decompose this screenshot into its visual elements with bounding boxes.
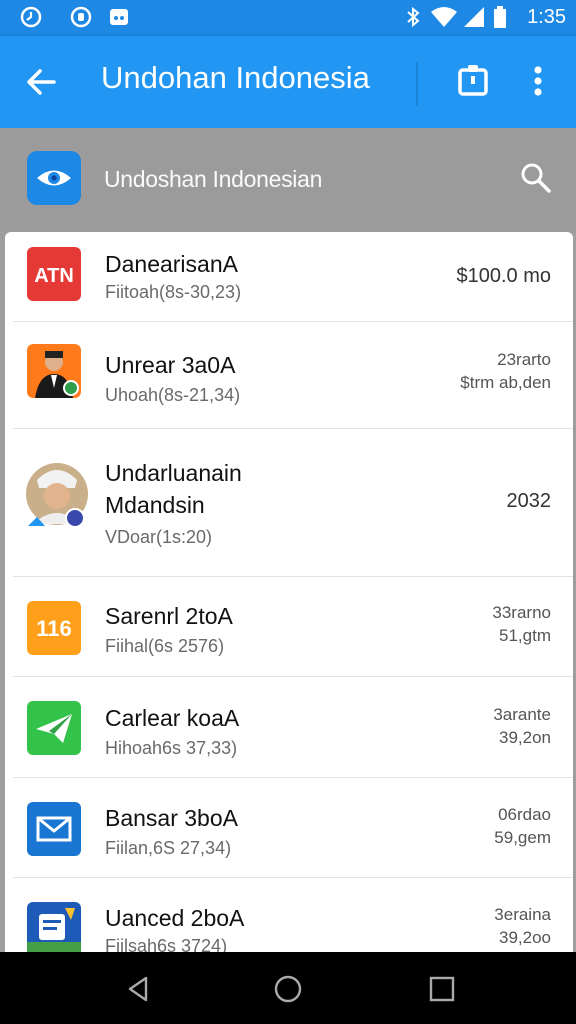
item-list: ATN DanearisanA Fiitoah(8s-30,23) $100.0… (5, 232, 573, 952)
item-amount: 23rarto $trm ab,den (460, 350, 551, 392)
item-subtitle: VDoar(1s:20) (105, 527, 213, 547)
item-amount: 3arante 39,2on (493, 705, 551, 747)
item-name-line2: Mdandsin (105, 492, 205, 518)
profile-photo-icon (25, 462, 89, 528)
search-icon[interactable] (518, 160, 552, 194)
item-name: Undarluanain (105, 460, 242, 486)
item-name: Carlear koaA (105, 705, 240, 731)
list-item[interactable]: 116 Sarenrl 2toA Fiihal(6s 2576) 33rarno… (5, 577, 573, 677)
message-notification-icon (110, 9, 128, 25)
more-options-icon[interactable] (526, 62, 550, 102)
item-subtitle: Fiilan,6S 27,34) (105, 838, 232, 858)
item-subtitle: Fiitoah(8s-30,23) (105, 282, 242, 302)
status-time: 1:35 (527, 6, 566, 28)
item-amount: $100.0 mo (456, 265, 551, 287)
svg-text:ATN: ATN (34, 265, 74, 287)
list-item[interactable]: Undarluanain Mdandsin VDoar(1s:20) 2032 (5, 429, 573, 577)
list-item[interactable]: Unrear 3a0A Uhoah(8s-21,34) 23rarto $trm… (5, 322, 573, 429)
app-bar: Undohan Indonesia (0, 36, 576, 128)
number-badge-icon: 116 (27, 601, 81, 655)
clock-notification-icon (20, 6, 42, 28)
item-name: DanearisanA (105, 251, 238, 277)
eye-icon (37, 170, 71, 186)
app-bar-divider (416, 62, 418, 106)
notes-app-icon (27, 902, 81, 952)
list-item[interactable]: Carlear koaA Hihoah6s 37,33) 3arante 39,… (5, 677, 573, 778)
system-navigation-bar (0, 952, 576, 1024)
item-amount: 3eraina 39,2oo (494, 905, 551, 947)
search-header: Undoshan Indonesian (0, 128, 576, 232)
battery-icon (494, 6, 506, 28)
item-subtitle: Fiilsah6s 3724) (105, 936, 228, 952)
status-bar: 1:35 (0, 0, 576, 36)
list-item[interactable]: Bansar 3boA Fiilan,6S 27,34) 06rdao 59,g… (5, 778, 573, 878)
app-logo (27, 151, 81, 205)
app-bar-title: Undohan Indonesia (101, 60, 370, 95)
mail-icon (27, 802, 81, 856)
item-name: Unrear 3a0A (105, 352, 236, 378)
item-amount: 33rarno 51,gtm (492, 603, 551, 645)
person-avatar-icon (27, 344, 81, 398)
list-item[interactable]: Uanced 2boA Fiilsah6s 3724) 3eraina 39,2… (5, 878, 573, 952)
signal-icon (464, 7, 484, 27)
item-name: Sarenrl 2toA (105, 603, 233, 629)
item-subtitle: Hihoah6s 37,33) (105, 738, 238, 758)
wifi-icon (431, 7, 457, 27)
bluetooth-icon (407, 6, 420, 28)
search-header-title: Undoshan Indonesian (104, 166, 323, 192)
item-name: Bansar 3boA (105, 805, 238, 831)
item-subtitle: Uhoah(8s-21,34) (105, 385, 241, 405)
atn-logo-icon: ATN (27, 247, 81, 301)
paper-plane-icon (27, 701, 81, 755)
back-nav-icon[interactable] (124, 974, 154, 1004)
recents-nav-icon[interactable] (427, 974, 457, 1004)
circle-notification-icon (70, 6, 92, 28)
home-nav-icon[interactable] (273, 974, 303, 1004)
item-subtitle: Fiihal(6s 2576) (105, 636, 225, 656)
item-amount: 2032 (506, 490, 552, 512)
list-item[interactable]: ATN DanearisanA Fiitoah(8s-30,23) $100.0… (5, 232, 573, 322)
back-arrow-icon[interactable] (22, 62, 62, 102)
svg-text:116: 116 (36, 616, 72, 641)
clipboard-icon[interactable] (456, 62, 490, 98)
item-amount: 06rdao 59,gem (494, 805, 551, 847)
item-name: Uanced 2boA (105, 905, 245, 931)
